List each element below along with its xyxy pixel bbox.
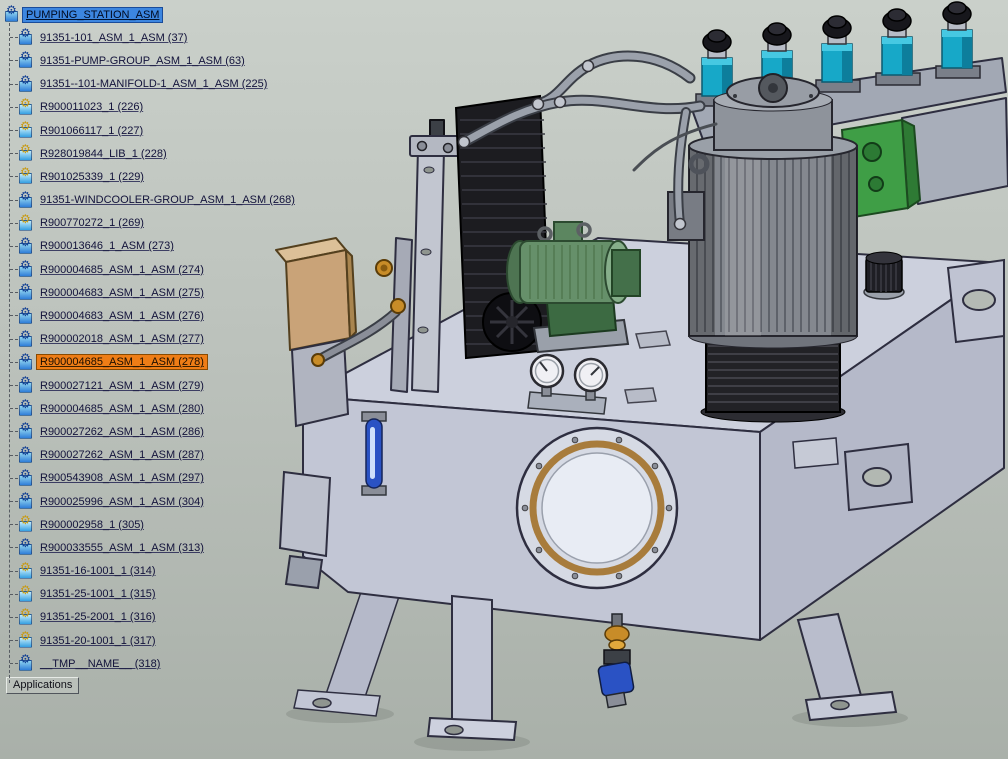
tree-node[interactable]: R900027262_ASM_1_ASM (287) <box>2 444 298 467</box>
product-icon[interactable] <box>18 281 33 301</box>
drain-valve[interactable] <box>597 613 635 709</box>
tree-node-label: R900543908_ASM_1_ASM (297) <box>40 472 204 485</box>
product-icon[interactable] <box>18 652 33 672</box>
tree-node[interactable]: R900027121_ASM_1_ASM (279) <box>2 374 298 397</box>
tree-node[interactable]: __TMP__NAME__ (318) <box>2 652 298 675</box>
lifting-lug-side[interactable] <box>843 442 914 512</box>
tree-node-label: 91351-PUMP-GROUP_ASM_1_ASM (63) <box>40 54 245 67</box>
product-icon[interactable] <box>18 258 33 278</box>
tree-node[interactable]: R901066117_1 (227) <box>2 119 298 142</box>
tree-node-label: R901025339_1 (229) <box>40 170 144 183</box>
product-icon[interactable] <box>18 490 33 510</box>
mounting-leg-front[interactable] <box>426 594 518 742</box>
product-icon[interactable] <box>18 189 33 208</box>
tree-node-label: R900002018_ASM_1_ASM (277) <box>40 333 204 346</box>
part-icon[interactable] <box>18 513 33 533</box>
product-icon[interactable] <box>18 351 33 370</box>
product-icon[interactable] <box>18 235 33 254</box>
tree-node-label: R900770272_1 (269) <box>40 217 144 230</box>
product-icon[interactable] <box>18 536 33 556</box>
tree-node-label: R900004685_ASM_1_ASM (280) <box>40 402 204 415</box>
part-icon[interactable] <box>18 142 33 162</box>
part-icon[interactable] <box>18 583 33 602</box>
tree-node-label: 91351-25-1001_1 (315) <box>40 588 156 601</box>
tree-node-label: R900027121_ASM_1_ASM (279) <box>40 379 204 392</box>
tree-node-label: R900004683_ASM_1_ASM (276) <box>40 310 204 323</box>
tree-node-label: 91351-16-1001_1 (314) <box>40 565 156 578</box>
product-icon[interactable] <box>18 444 33 463</box>
lifting-lug-top[interactable] <box>946 258 1005 344</box>
part-icon[interactable] <box>18 119 33 139</box>
product-icon[interactable] <box>18 374 33 394</box>
tree-node[interactable]: 91351-25-1001_1 (315) <box>2 583 298 606</box>
product-icon[interactable] <box>18 420 33 440</box>
specification-tree: PUMPING_STATION_ASM 91351-101_ASM_1_ASM … <box>2 3 298 695</box>
tree-node[interactable]: R900002018_ASM_1_ASM (277) <box>2 328 298 351</box>
part-icon[interactable] <box>18 165 33 185</box>
tree-node-label: R900025996_ASM_1_ASM (304) <box>40 495 204 508</box>
tree-node[interactable]: R900004685_ASM_1_ASM (280) <box>2 397 298 420</box>
tree-node-label: R900004683_ASM_1_ASM (275) <box>40 286 204 299</box>
tree-node-label: R900027262_ASM_1_ASM (286) <box>40 425 204 438</box>
tree-node-label: PUMPING_STATION_ASM <box>21 6 164 23</box>
manhole-cover[interactable] <box>515 426 679 590</box>
tree-node-label: R901066117_1 (227) <box>40 124 144 137</box>
tree-node-label: 91351-25-2001_1 (316) <box>40 611 156 624</box>
tree-node[interactable]: 91351--101-MANIFOLD-1_ASM_1_ASM (225) <box>2 73 298 96</box>
tree-node[interactable]: R900013646_1_ASM (273) <box>2 235 298 258</box>
tree-node[interactable]: R900004685_ASM_1_ASM (278) <box>2 351 298 374</box>
tree-node[interactable]: 91351-WINDCOOLER-GROUP_ASM_1_ASM (268) <box>2 189 298 212</box>
tree-node[interactable]: R900004683_ASM_1_ASM (275) <box>2 281 298 304</box>
tree-node-label: R900004685_ASM_1_ASM (278) <box>36 354 208 371</box>
product-icon[interactable] <box>18 73 33 92</box>
tree-node[interactable]: R900004683_ASM_1_ASM (276) <box>2 304 298 327</box>
tree-node-label: 91351-101_ASM_1_ASM (37) <box>40 31 188 44</box>
tree-node-label: R900013646_1_ASM (273) <box>40 240 174 253</box>
tree-node[interactable]: 91351-101_ASM_1_ASM (37) <box>2 26 298 49</box>
tree-node[interactable]: R900004685_ASM_1_ASM (274) <box>2 258 298 281</box>
tree-node[interactable]: R900543908_ASM_1_ASM (297) <box>2 467 298 490</box>
tree-node[interactable]: 91351-20-1001_1 (317) <box>2 629 298 652</box>
mounting-leg-right[interactable] <box>796 612 898 722</box>
part-icon[interactable] <box>18 96 33 115</box>
tree-node[interactable]: R900025996_ASM_1_ASM (304) <box>2 490 298 513</box>
product-icon[interactable] <box>4 3 19 23</box>
tree-node-label: R900011023_1 (226) <box>40 101 144 114</box>
product-icon[interactable] <box>18 26 33 46</box>
tree-node-label: R928019844_LIB_1 (228) <box>40 147 167 160</box>
part-icon[interactable] <box>18 629 33 649</box>
tree-node[interactable]: R928019844_LIB_1 (228) <box>2 142 298 165</box>
tree-node-label: __TMP__NAME__ (318) <box>40 657 161 670</box>
tree-node[interactable]: R900027262_ASM_1_ASM (286) <box>2 420 298 443</box>
tree-node[interactable]: 91351-PUMP-GROUP_ASM_1_ASM (63) <box>2 49 298 72</box>
product-icon[interactable] <box>18 49 33 69</box>
tree-items: PUMPING_STATION_ASM 91351-101_ASM_1_ASM … <box>2 3 298 675</box>
product-icon[interactable] <box>18 397 33 417</box>
side-plate[interactable] <box>792 437 839 469</box>
tree-node[interactable]: R900011023_1 (226) <box>2 96 298 119</box>
tree-node[interactable]: PUMPING_STATION_ASM <box>2 3 298 26</box>
tree-node-label: R900002958_1 (305) <box>40 518 144 531</box>
tree-node-label: 91351-20-1001_1 (317) <box>40 634 156 647</box>
tree-node-label: 91351-WINDCOOLER-GROUP_ASM_1_ASM (268) <box>40 194 295 207</box>
part-icon[interactable] <box>18 560 33 579</box>
part-icon[interactable] <box>18 212 33 231</box>
tree-node[interactable]: R900033555_ASM_1_ASM (313) <box>2 536 298 559</box>
tree-node[interactable]: R900770272_1 (269) <box>2 212 298 235</box>
part-icon[interactable] <box>18 606 33 625</box>
tree-node-label: R900033555_ASM_1_ASM (313) <box>40 541 204 554</box>
tree-node[interactable]: R900002958_1 (305) <box>2 513 298 536</box>
tree-node-label: 91351--101-MANIFOLD-1_ASM_1_ASM (225) <box>40 78 268 91</box>
tree-node[interactable]: R901025339_1 (229) <box>2 165 298 188</box>
applications-node[interactable]: Applications <box>6 677 80 695</box>
tree-node-label: R900027262_ASM_1_ASM (287) <box>40 449 204 462</box>
tree-node-label: R900004685_ASM_1_ASM (274) <box>40 263 204 276</box>
product-icon[interactable] <box>18 328 33 347</box>
product-icon[interactable] <box>18 305 33 324</box>
breather-cap[interactable] <box>863 251 905 300</box>
tree-node[interactable]: 91351-25-2001_1 (316) <box>2 606 298 629</box>
product-icon[interactable] <box>18 467 33 486</box>
tree-node[interactable]: 91351-16-1001_1 (314) <box>2 560 298 583</box>
